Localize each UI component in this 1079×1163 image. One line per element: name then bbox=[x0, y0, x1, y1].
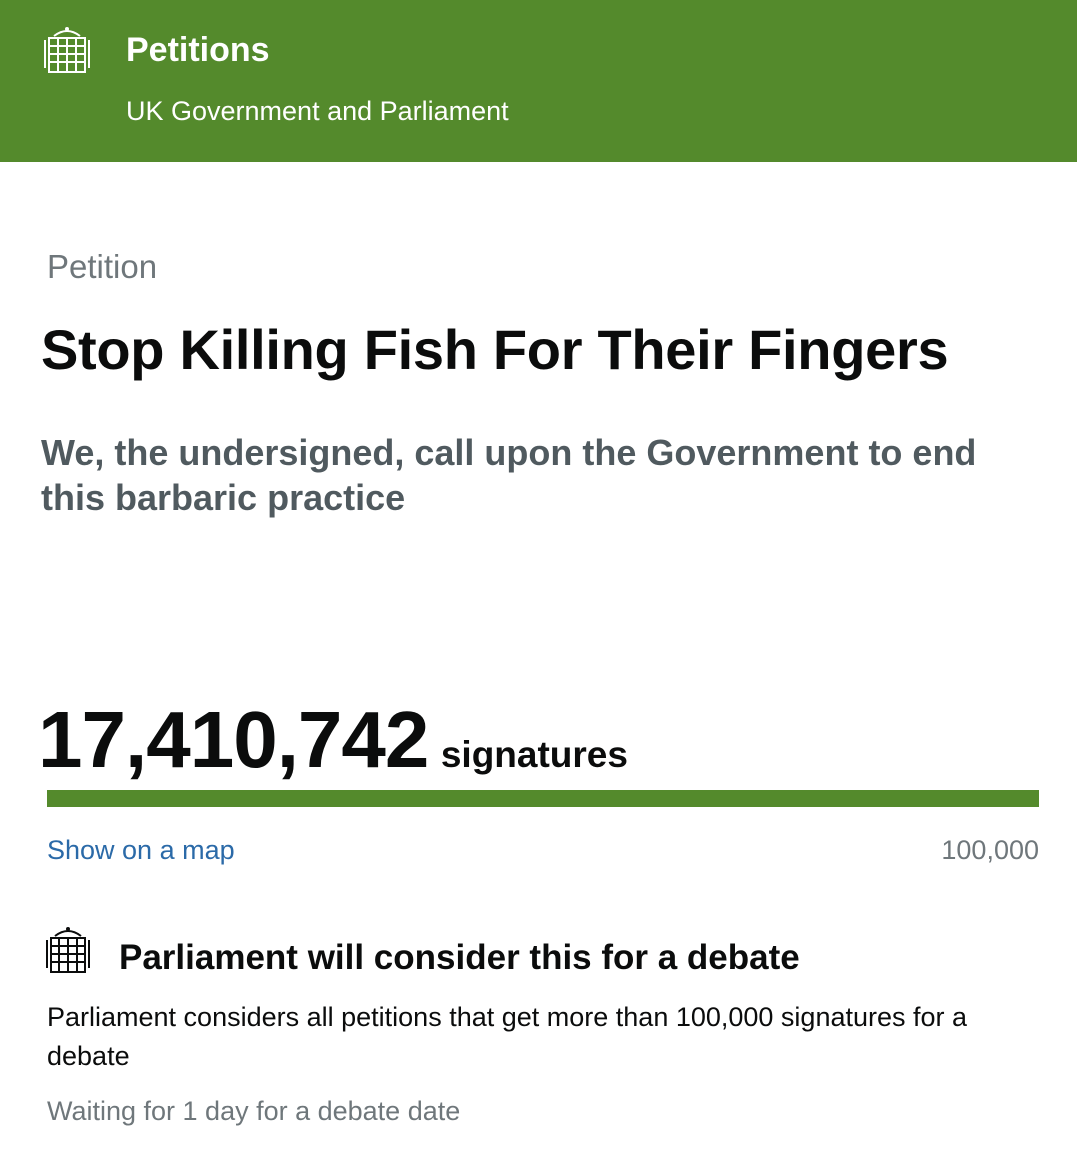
signature-count-label: signatures bbox=[440, 734, 628, 775]
site-title[interactable]: Petitions bbox=[126, 30, 270, 70]
site-header: Petitions UK Government and Parliament bbox=[0, 0, 1077, 162]
signature-count-number: 17,410,742 bbox=[38, 695, 429, 784]
site-subtitle: UK Government and Parliament bbox=[126, 96, 509, 126]
petition-eyebrow: Petition bbox=[47, 248, 158, 285]
debate-heading: Parliament will consider this for a deba… bbox=[119, 938, 800, 977]
signature-progress-bar bbox=[47, 790, 1039, 807]
debate-description: Parliament considers all petitions that … bbox=[47, 1002, 968, 1071]
petition-title: Stop Killing Fish For Their Fingers bbox=[41, 318, 949, 381]
signature-progress-fill bbox=[47, 790, 1039, 807]
petition-action: We, the undersigned, call upon the Gover… bbox=[41, 432, 977, 518]
portcullis-icon[interactable] bbox=[44, 24, 90, 76]
portcullis-icon bbox=[46, 927, 90, 973]
debate-waiting-status: Waiting for 1 day for a debate date bbox=[47, 1096, 461, 1126]
signature-threshold: 100,000 bbox=[941, 835, 1039, 865]
signature-count: 17,410,742 signatures bbox=[38, 698, 628, 782]
show-on-map-link[interactable]: Show on a map bbox=[47, 834, 235, 866]
